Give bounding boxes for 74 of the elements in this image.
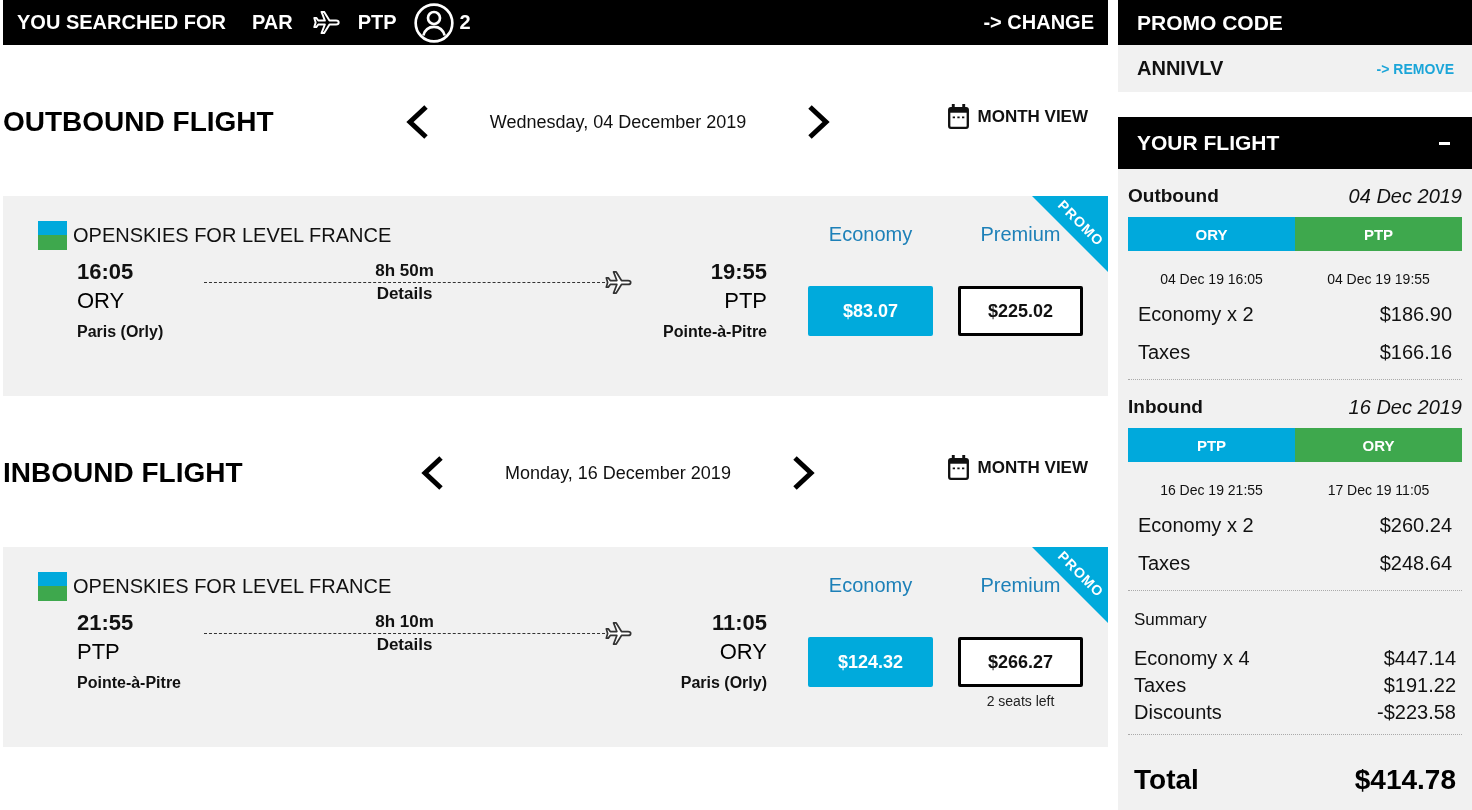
- arrival-city: Paris (Orly): [680, 673, 767, 693]
- leg-title: Inbound: [1128, 396, 1203, 418]
- origin-code: PAR: [251, 11, 293, 34]
- seats-left-note: 2 seats left: [986, 693, 1055, 709]
- summary-line-label: Discounts: [1134, 700, 1222, 725]
- departure-airport-code: ORY: [77, 287, 125, 315]
- price-line-label: Economy x 2: [1138, 513, 1254, 537]
- summary-line-amount: $191.22: [1383, 673, 1456, 698]
- arrival-airport-code: ORY: [719, 638, 767, 666]
- total-label: Total: [1134, 763, 1199, 797]
- price-line-label: Taxes: [1138, 340, 1191, 364]
- price-line-amount: $166.16: [1379, 340, 1452, 364]
- arrival-city: Pointe-à-Pitre: [663, 322, 767, 342]
- airline-logo-icon: [38, 221, 67, 250]
- summary-line-amount: $447.14: [1383, 646, 1456, 671]
- selected-date: Wednesday, 04 December 2019: [489, 111, 747, 133]
- price-line-amount: $260.24: [1379, 513, 1452, 537]
- airline-logo-icon: [38, 572, 67, 601]
- plane-icon: [605, 271, 632, 294]
- departure-city: Paris (Orly): [77, 322, 164, 342]
- price-line-label: Economy x 2: [1138, 302, 1254, 326]
- search-label: YOU SEARCHED FOR: [17, 11, 226, 34]
- month-view-button[interactable]: MONTH VIEW: [947, 104, 1088, 129]
- total-amount: $414.78: [1354, 763, 1456, 797]
- origin-code-bar: PTP: [1128, 428, 1295, 462]
- summary-line-amount: -$223.58: [1377, 700, 1456, 725]
- origin-code-bar: ORY: [1128, 217, 1295, 251]
- fare-price-button[interactable]: $266.27: [958, 637, 1083, 687]
- section-title: OUTBOUND FLIGHT: [3, 106, 275, 138]
- price-line-label: Taxes: [1138, 551, 1191, 575]
- leg-date: 04 Dec 2019: [1348, 184, 1462, 208]
- arrival-datetime: 04 Dec 19 19:55: [1326, 270, 1431, 288]
- price-line-amount: $248.64: [1379, 551, 1452, 575]
- leg-date: 16 Dec 2019: [1348, 395, 1462, 419]
- plane-icon: [312, 11, 340, 34]
- flight-duration: 8h 50m: [375, 260, 434, 282]
- summary-line-label: Taxes: [1134, 673, 1187, 698]
- departure-datetime: 16 Dec 19 21:55: [1159, 481, 1264, 499]
- fare-class-label: Economy: [828, 573, 913, 598]
- change-link[interactable]: -> CHANGE: [983, 11, 1094, 34]
- details-link[interactable]: Details: [376, 634, 433, 656]
- destination-code-bar: ORY: [1295, 428, 1462, 462]
- flight-duration: 8h 10m: [375, 611, 434, 633]
- fare-price-button[interactable]: $225.02: [958, 286, 1083, 336]
- destination-code: PTP: [357, 11, 397, 34]
- departure-time: 16:05: [77, 258, 134, 286]
- summary-title: Summary: [1134, 609, 1208, 631]
- plane-icon: [605, 622, 632, 645]
- airline-name: OPENSKIES FOR LEVEL FRANCE: [73, 575, 392, 598]
- destination-code-bar: PTP: [1295, 217, 1462, 251]
- airline-name: OPENSKIES FOR LEVEL FRANCE: [73, 224, 392, 247]
- arrival-time: 19:55: [710, 258, 767, 286]
- leg-title: Outbound: [1128, 185, 1219, 207]
- person-icon: [413, 2, 454, 43]
- arrival-datetime: 17 Dec 19 11:05: [1326, 481, 1431, 499]
- calendar-icon: [947, 104, 969, 129]
- summary-line-label: Economy x 4: [1134, 646, 1250, 671]
- departure-time: 21:55: [77, 609, 134, 637]
- calendar-icon: [947, 455, 969, 480]
- departure-airport-code: PTP: [77, 638, 120, 666]
- price-line-amount: $186.90: [1379, 302, 1452, 326]
- passenger-count: 2: [459, 11, 471, 34]
- your-flight-title: YOUR FLIGHT: [1137, 131, 1280, 155]
- departure-datetime: 04 Dec 19 16:05: [1159, 270, 1264, 288]
- fare-class-label: Economy: [828, 222, 913, 247]
- arrival-airport-code: PTP: [724, 287, 767, 315]
- promo-code-header: PROMO CODE: [1118, 0, 1472, 45]
- details-link[interactable]: Details: [376, 283, 433, 305]
- section-title: INBOUND FLIGHT: [3, 457, 244, 489]
- arrival-time: 11:05: [711, 609, 767, 637]
- selected-date: Monday, 16 December 2019: [505, 462, 731, 484]
- month-view-button[interactable]: MONTH VIEW: [947, 455, 1088, 480]
- departure-city: Pointe-à-Pitre: [77, 673, 181, 693]
- promo-code-value: ANNIVLV: [1137, 57, 1224, 80]
